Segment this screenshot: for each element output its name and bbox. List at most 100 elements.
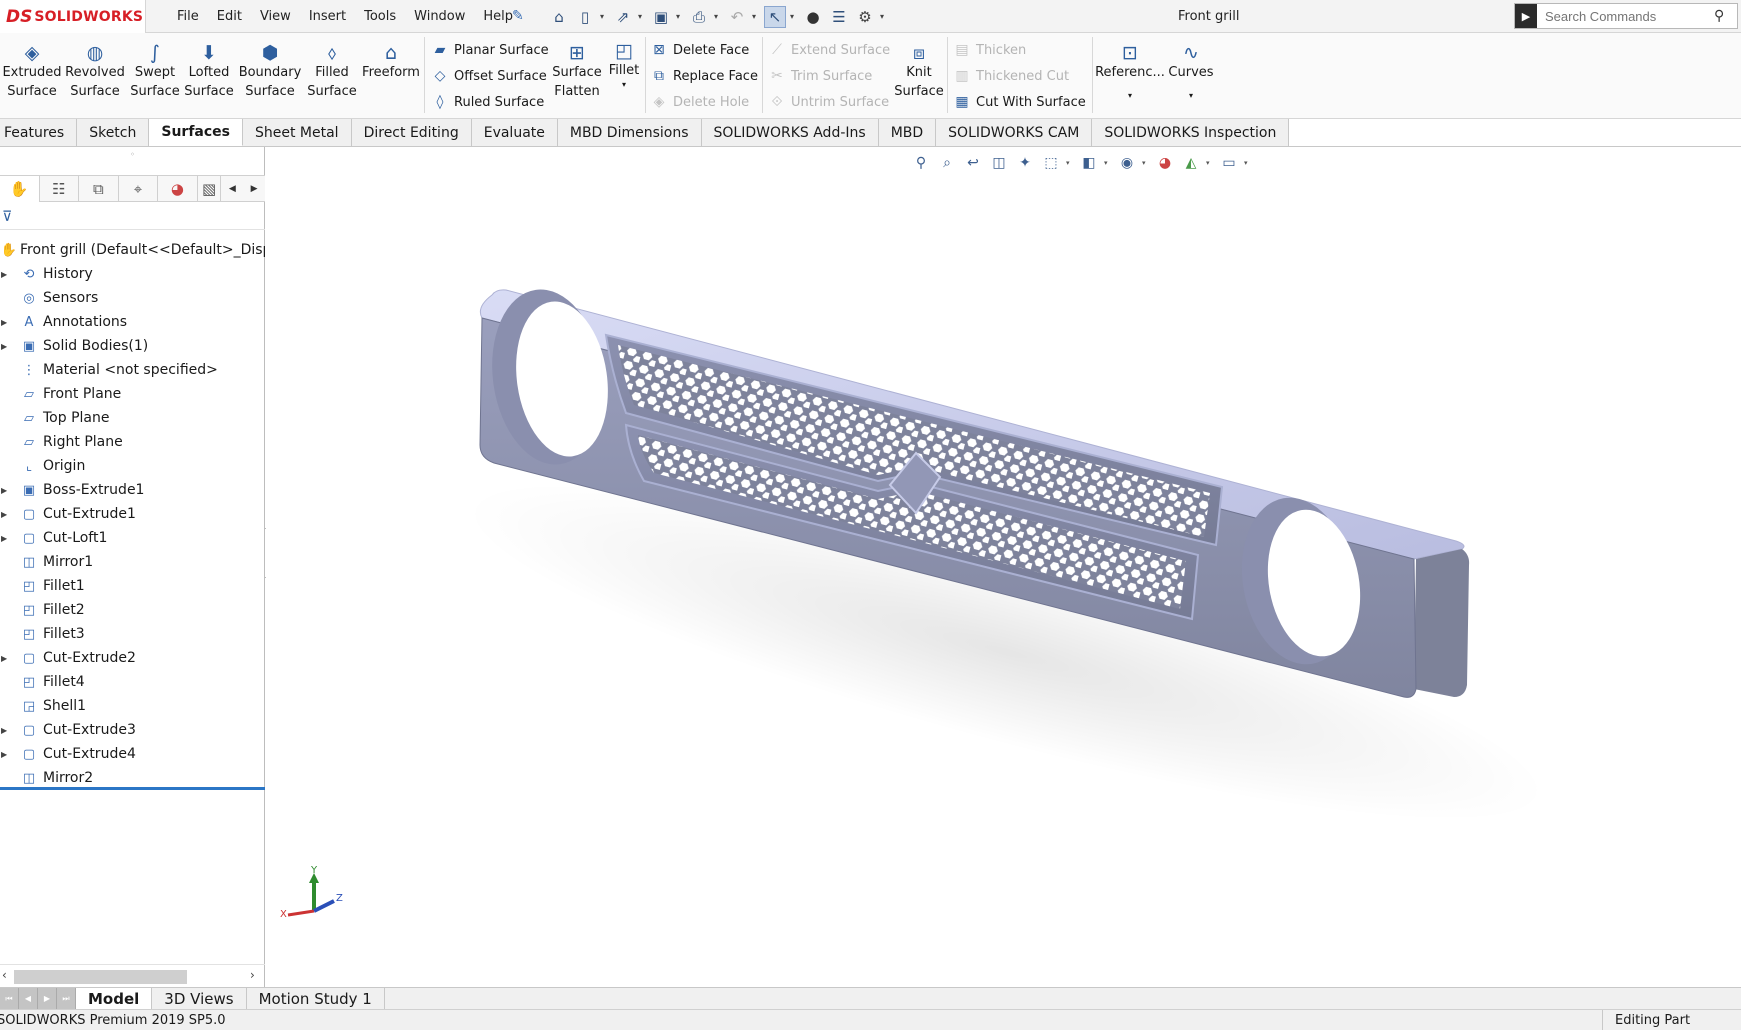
reference-geometry-button[interactable]: ⊡ Referenc... ▾ <box>1095 37 1165 113</box>
delete-hole-button[interactable]: ◈ Delete Hole <box>649 89 758 115</box>
expand-arrow-icon[interactable]: ▶ <box>1 486 11 495</box>
tab-model[interactable]: Model <box>76 988 153 1009</box>
tab-sketch[interactable]: Sketch <box>77 119 150 146</box>
tree-item-cut-extrude1[interactable]: ▶ ▢ Cut-Extrude1 <box>0 502 265 526</box>
tab-solidworks-add-ins[interactable]: SOLIDWORKS Add-Ins <box>702 119 879 146</box>
planar-surface-button[interactable]: ▰ Planar Surface <box>430 37 549 63</box>
offset-surface-button[interactable]: ◇ Offset Surface <box>430 63 549 89</box>
untrim-surface-button[interactable]: ⟐ Untrim Surface <box>767 89 890 115</box>
delete-face-button[interactable]: ⊠ Delete Face <box>649 37 758 63</box>
zoom-to-area-icon[interactable]: ⌕ <box>936 152 958 174</box>
tree-item-shell1[interactable]: ◲ Shell1 <box>0 694 265 718</box>
panel-grip-icon[interactable]: ◦ <box>0 147 265 161</box>
curves-dropdown-icon[interactable]: ▾ <box>1189 91 1193 101</box>
tree-item-cut-extrude3[interactable]: ▶ ▢ Cut-Extrude3 <box>0 718 265 742</box>
tree-item-top-plane[interactable]: ▱ Top Plane <box>0 406 265 430</box>
swept-surface-button[interactable]: ∫ Swept Surface <box>130 37 180 113</box>
section-view-icon[interactable]: ◫ <box>988 152 1010 174</box>
display-manager-tab-icon[interactable]: ◕ <box>158 176 198 202</box>
home-icon[interactable]: ⌂ <box>548 6 570 28</box>
solidworks-logo[interactable]: DS SOLIDWORKS <box>0 0 146 33</box>
menu-view[interactable]: View <box>251 9 300 24</box>
tree-item-fillet2[interactable]: ◰ Fillet2 <box>0 598 265 622</box>
fillet-button[interactable]: ◰ Fillet ▾ <box>606 35 642 111</box>
expand-arrow-icon[interactable]: ▶ <box>1 318 11 327</box>
tab-solidworks-cam[interactable]: SOLIDWORKS CAM <box>936 119 1093 146</box>
save-dropdown-icon[interactable]: ▾ <box>676 12 684 21</box>
tree-horizontal-scrollbar[interactable]: ‹ › <box>0 964 265 986</box>
scroll-left-icon[interactable]: ‹ <box>2 968 7 982</box>
view-orientation-dropdown-icon[interactable]: ▾ <box>1066 159 1074 167</box>
scroll-right-icon[interactable]: › <box>250 968 255 982</box>
tab-sheet-metal[interactable]: Sheet Metal <box>243 119 352 146</box>
panel-tabs-right-arrow-icon[interactable]: ▶ <box>243 176 265 202</box>
file-properties-icon[interactable]: ☰ <box>828 6 850 28</box>
cut-with-surface-button[interactable]: ▦ Cut With Surface <box>952 89 1085 115</box>
replace-face-button[interactable]: ⧉ Replace Face <box>649 63 758 89</box>
tree-item-right-plane[interactable]: ▱ Right Plane <box>0 430 265 454</box>
ruled-surface-button[interactable]: ◊ Ruled Surface <box>430 89 549 115</box>
menu-edit[interactable]: Edit <box>208 9 251 24</box>
panel-tabs-left-arrow-icon[interactable]: ◀ <box>221 176 243 202</box>
expand-arrow-icon[interactable]: ▶ <box>1 726 11 735</box>
tab-direct-editing[interactable]: Direct Editing <box>352 119 472 146</box>
trim-surface-button[interactable]: ✂ Trim Surface <box>767 63 890 89</box>
prev-tab-icon[interactable]: ◀ <box>19 988 38 1009</box>
first-tab-icon[interactable]: ⏮ <box>0 988 19 1009</box>
surface-flatten-button[interactable]: ⊞ Surface Flatten <box>552 37 602 113</box>
print-icon[interactable]: ⎙ <box>688 6 710 28</box>
tab-3d-views[interactable]: 3D Views <box>152 988 247 1009</box>
fillet-dropdown-icon[interactable]: ▾ <box>622 80 626 90</box>
pin-menu-icon[interactable]: ✎ <box>512 8 524 24</box>
tree-item-mirror1[interactable]: ◫ Mirror1 <box>0 550 265 574</box>
front-grill-model[interactable] <box>266 147 1741 987</box>
configuration-manager-tab-icon[interactable]: ⧉ <box>79 176 119 202</box>
print-dropdown-icon[interactable]: ▾ <box>714 12 722 21</box>
cam-tab-icon[interactable]: ▧ <box>198 176 222 202</box>
search-icon[interactable]: ⚲ <box>1714 8 1724 24</box>
tab-mbd[interactable]: MBD <box>879 119 937 146</box>
tab-mbd-dimensions[interactable]: MBD Dimensions <box>558 119 702 146</box>
view-orientation-icon[interactable]: ⬚ <box>1040 152 1062 174</box>
search-mode-icon[interactable]: ▶ <box>1515 4 1537 28</box>
options-dropdown-icon[interactable]: ▾ <box>880 12 888 21</box>
save-icon[interactable]: ▣ <box>650 6 672 28</box>
tree-item-front-plane[interactable]: ▱ Front Plane <box>0 382 265 406</box>
filled-surface-button[interactable]: ⬨ Filled Surface <box>307 37 357 113</box>
view-settings-icon[interactable]: ▭ <box>1218 152 1240 174</box>
tree-item-sensors[interactable]: ◎ Sensors <box>0 286 265 310</box>
expand-arrow-icon[interactable]: ▶ <box>1 342 11 351</box>
tree-item-cut-extrude2[interactable]: ▶ ▢ Cut-Extrude2 <box>0 646 265 670</box>
tab-features[interactable]: Features <box>0 119 78 146</box>
tree-item-fillet4[interactable]: ◰ Fillet4 <box>0 670 265 694</box>
tree-item-fillet3[interactable]: ◰ Fillet3 <box>0 622 265 646</box>
tree-item-boss-extrude1[interactable]: ▶ ▣ Boss-Extrude1 <box>0 478 265 502</box>
apply-scene-dropdown-icon[interactable]: ▾ <box>1206 159 1214 167</box>
tree-item-material-not-specified[interactable]: ⋮ Material <not specified> <box>0 358 265 382</box>
freeform-button[interactable]: ⌂ Freeform <box>362 37 420 113</box>
scroll-thumb[interactable] <box>14 970 187 984</box>
select-icon[interactable]: ↖ <box>764 5 786 28</box>
tab-surfaces[interactable]: Surfaces <box>149 119 243 146</box>
apply-scene-icon[interactable]: ◭ <box>1180 152 1202 174</box>
display-style-dropdown-icon[interactable]: ▾ <box>1104 159 1112 167</box>
display-style-icon[interactable]: ◧ <box>1078 152 1100 174</box>
expand-arrow-icon[interactable]: ▶ <box>1 654 11 663</box>
tree-item-cut-extrude4[interactable]: ▶ ▢ Cut-Extrude4 <box>0 742 265 766</box>
search-input[interactable] <box>1537 8 1712 24</box>
open-dropdown-icon[interactable]: ▾ <box>638 12 646 21</box>
reference-dropdown-icon[interactable]: ▾ <box>1128 91 1132 101</box>
zoom-to-fit-icon[interactable]: ⚲ <box>910 152 932 174</box>
options-gear-icon[interactable]: ⚙ <box>854 6 876 28</box>
filter-icon[interactable]: ⊽ <box>2 209 12 225</box>
tab-evaluate[interactable]: Evaluate <box>472 119 558 146</box>
tab-motion-study-1[interactable]: Motion Study 1 <box>247 988 385 1009</box>
expand-arrow-icon[interactable]: ▶ <box>1 750 11 759</box>
undo-icon[interactable]: ↶ <box>726 6 748 28</box>
knit-surface-button[interactable]: ⧈ Knit Surface <box>894 37 944 113</box>
extruded-surface-button[interactable]: ◈ Extruded Surface <box>2 37 61 113</box>
feature-manager-tab-icon[interactable]: ✋ <box>0 176 40 202</box>
expand-arrow-icon[interactable]: ▶ <box>1 534 11 543</box>
tree-item-history[interactable]: ▶ ⟲ History <box>0 262 265 286</box>
select-dropdown-icon[interactable]: ▾ <box>790 12 798 21</box>
